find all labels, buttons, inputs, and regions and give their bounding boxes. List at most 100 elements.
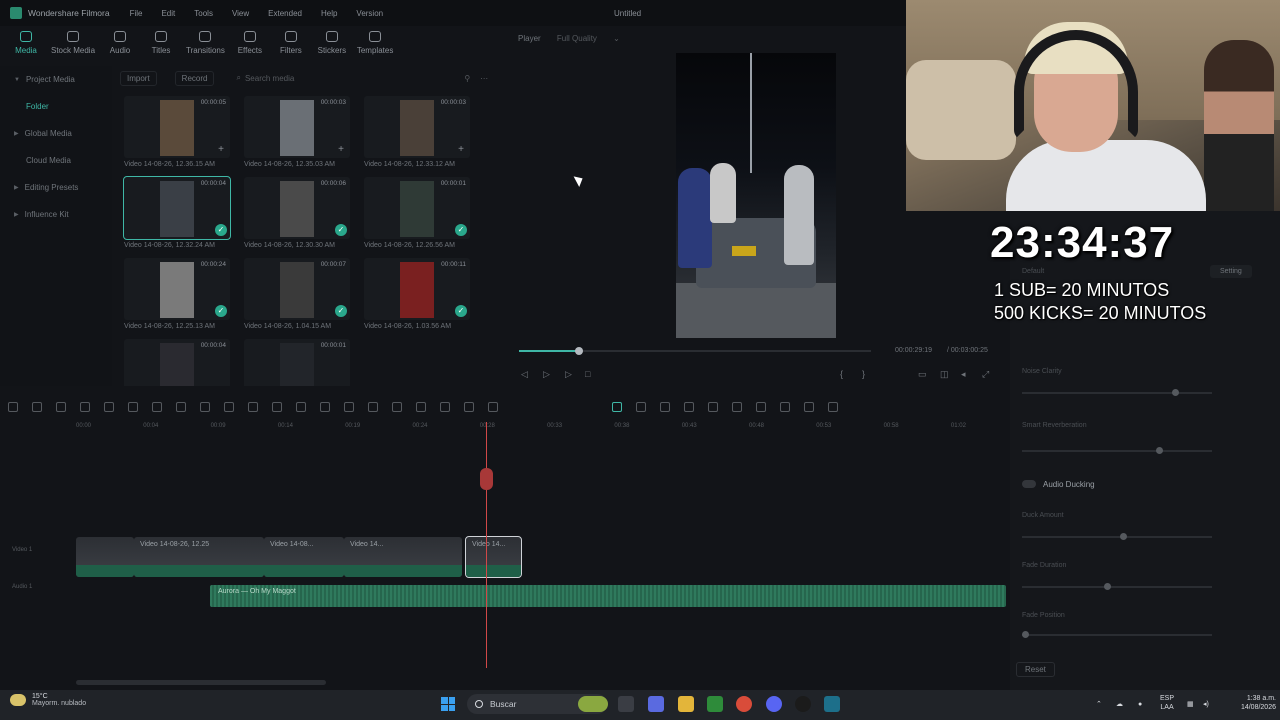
player-preview[interactable]: [676, 53, 836, 338]
onedrive-icon[interactable]: ☁: [1116, 700, 1123, 709]
reverb-slider[interactable]: [1022, 447, 1212, 454]
duck-amount-slider[interactable]: [1022, 533, 1212, 540]
ripple-icon[interactable]: [684, 402, 694, 412]
file-explorer-icon[interactable]: [678, 696, 694, 712]
video-clip[interactable]: [76, 537, 134, 577]
media-clip[interactable]: 00:00:11 ✓ Video 14-08-26, 1.03.56 AM: [364, 258, 470, 330]
text-icon[interactable]: [200, 402, 210, 412]
audio-clip[interactable]: Aurora — Oh My Maggot: [210, 585, 1006, 607]
microphone-icon[interactable]: ●: [1138, 700, 1142, 709]
media-clip[interactable]: 00:00:03 + Video 14-08-26, 12.35.03 AM: [244, 96, 350, 168]
tool-titles[interactable]: Titles: [145, 26, 177, 66]
freeze-icon[interactable]: [392, 402, 402, 412]
task-view-icon[interactable]: [618, 696, 634, 712]
chrome-icon[interactable]: [736, 696, 752, 712]
playhead-handle[interactable]: [480, 468, 493, 490]
snapshot-icon[interactable]: ◫: [940, 369, 949, 380]
auto-icon[interactable]: [708, 402, 718, 412]
network-icon[interactable]: ▦: [1187, 700, 1194, 709]
more-icon[interactable]: ⋯: [480, 74, 488, 83]
menu-tools[interactable]: Tools: [194, 9, 213, 18]
add-icon[interactable]: +: [338, 144, 344, 155]
sidebar-item-influence-kit[interactable]: ▶ Influence Kit: [0, 201, 112, 228]
multicam-icon[interactable]: [440, 402, 450, 412]
clip-thumbnail[interactable]: 00:00:05 +: [124, 96, 230, 158]
preset-select[interactable]: Default: [1022, 268, 1044, 275]
clip-thumbnail[interactable]: 00:00:03 +: [364, 96, 470, 158]
marker-icon[interactable]: [732, 402, 742, 412]
media-clip[interactable]: 00:00:06 ✓ Video 14-08-26, 12.30.30 AM: [244, 177, 350, 249]
reset-button[interactable]: Reset: [1016, 662, 1055, 677]
media-clip[interactable]: 00:00:04: [124, 339, 230, 386]
crop-icon[interactable]: [152, 402, 162, 412]
media-clip[interactable]: 00:00:07 ✓ Video 14-08-26, 1.04.15 AM: [244, 258, 350, 330]
transform-icon[interactable]: [224, 402, 234, 412]
sidebar-item-project-media[interactable]: ▼ Project Media: [0, 66, 112, 93]
media-clip[interactable]: 00:00:01: [244, 339, 350, 386]
color-icon[interactable]: [248, 402, 258, 412]
play-icon[interactable]: ▷: [565, 369, 572, 380]
filmora-taskbar-icon[interactable]: [824, 696, 840, 712]
quality-select[interactable]: Full Quality: [557, 34, 597, 43]
timer-icon[interactable]: [368, 402, 378, 412]
render-icon[interactable]: [612, 402, 622, 412]
clip-thumbnail[interactable]: 00:00:06 ✓: [244, 177, 350, 239]
cut-icon[interactable]: [128, 402, 138, 412]
clip-thumbnail[interactable]: 00:00:07 ✓: [244, 258, 350, 320]
discord-icon[interactable]: [766, 696, 782, 712]
sidebar-item-cloud-media[interactable]: Cloud Media: [0, 147, 112, 174]
tool-stock-media[interactable]: Stock Media: [51, 26, 95, 66]
fit-icon[interactable]: [488, 402, 498, 412]
tool-filters[interactable]: Filters: [275, 26, 307, 66]
mark-in-icon[interactable]: {: [840, 369, 843, 379]
tool-stickers[interactable]: Stickers: [316, 26, 348, 66]
video-clip[interactable]: Video 14-08...: [264, 537, 344, 577]
media-clip[interactable]: 00:00:04 ✓ Video 14-08-26, 12.32.24 AM: [123, 176, 231, 249]
xbox-icon[interactable]: [707, 696, 723, 712]
volume-icon[interactable]: ◂): [1203, 700, 1209, 709]
snap-icon[interactable]: [636, 402, 646, 412]
subtitle-icon[interactable]: [804, 402, 814, 412]
keyframe-icon[interactable]: [296, 402, 306, 412]
progress-knob[interactable]: [574, 347, 583, 355]
obs-icon[interactable]: [795, 696, 811, 712]
media-clip[interactable]: 00:00:24 ✓ Video 14-08-26, 12.25.13 AM: [124, 258, 230, 330]
group-icon[interactable]: [464, 402, 474, 412]
timeline-scrollbar[interactable]: [76, 680, 326, 685]
media-clip[interactable]: 00:00:05 + Video 14-08-26, 12.36.15 AM: [124, 96, 230, 168]
media-clip[interactable]: 00:00:01 ✓ Video 14-08-26, 12.26.56 AM: [364, 177, 470, 249]
tool-effects[interactable]: Effects: [234, 26, 266, 66]
clip-thumbnail[interactable]: 00:00:24 ✓: [124, 258, 230, 320]
fullscreen-icon[interactable]: ⤢: [982, 369, 989, 380]
display-icon[interactable]: ▭: [918, 369, 927, 380]
tray-chevron-up-icon[interactable]: ⌃: [1096, 700, 1102, 709]
prev-frame-icon[interactable]: ◁: [521, 369, 528, 380]
slider-knob[interactable]: [1172, 389, 1179, 396]
menu-help[interactable]: Help: [321, 9, 337, 18]
audio-ducking-toggle[interactable]: [1022, 480, 1036, 488]
slider-knob[interactable]: [1120, 533, 1127, 540]
clip-thumbnail[interactable]: 00:00:04 ✓: [123, 176, 231, 240]
video-clip[interactable]: Video 14...: [465, 536, 522, 578]
timeline-ruler[interactable]: 00:00 00:04 00:09 00:14 00:19 00:24 00:28 00:33…: [0, 420, 1007, 434]
volume-icon[interactable]: ◂: [961, 369, 966, 380]
play-back-icon[interactable]: ▷: [543, 369, 550, 380]
copilot-icon[interactable]: [648, 696, 664, 712]
filter-icon[interactable]: ⚲: [464, 74, 470, 83]
mark-out-icon[interactable]: }: [862, 369, 865, 379]
add-icon[interactable]: +: [218, 144, 224, 155]
menu-view[interactable]: View: [232, 9, 249, 18]
menu-edit[interactable]: Edit: [161, 9, 175, 18]
mic-icon[interactable]: [756, 402, 766, 412]
undo-icon[interactable]: [56, 402, 66, 412]
weather-widget[interactable]: 15°C Mayorm. nublado: [10, 693, 86, 707]
pip-icon[interactable]: [660, 402, 670, 412]
fade-duration-slider[interactable]: [1022, 583, 1212, 590]
zoom-out-icon[interactable]: [828, 402, 838, 412]
layout-icon[interactable]: [8, 402, 18, 412]
clip-thumbnail[interactable]: 00:00:01 ✓: [364, 177, 470, 239]
mask-icon[interactable]: [320, 402, 330, 412]
slider-knob[interactable]: [1022, 631, 1029, 638]
ai-icon[interactable]: [416, 402, 426, 412]
tool-audio[interactable]: Audio: [104, 26, 136, 66]
